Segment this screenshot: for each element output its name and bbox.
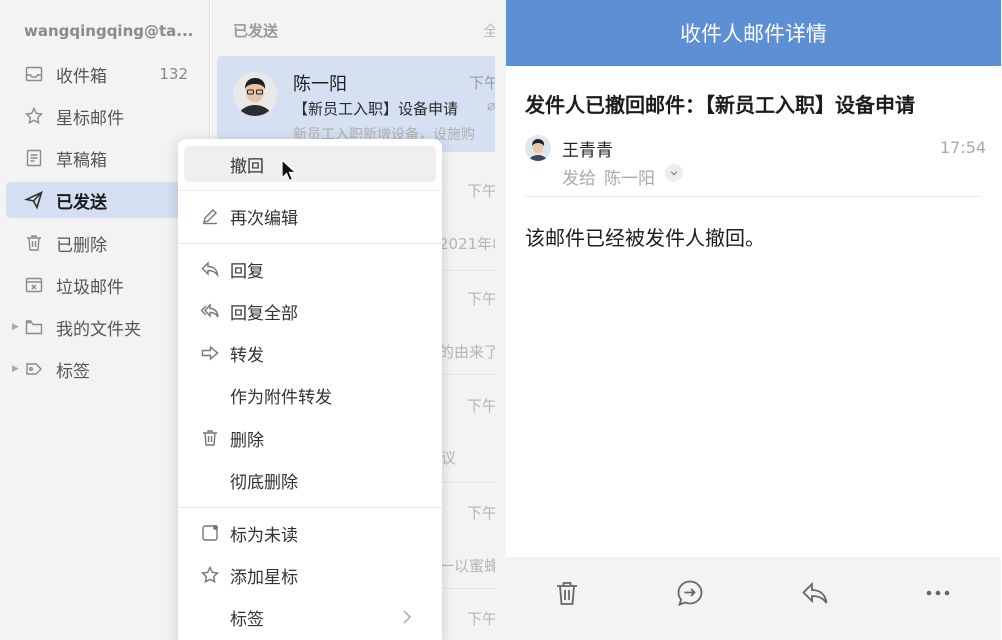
mail-subject: 【新员工入职】设备申请 (293, 100, 459, 118)
menu-item-label: 转发 (230, 345, 264, 366)
detail-divider (525, 196, 981, 197)
inbox-icon (24, 64, 44, 84)
menu-item-forward-as-attachment[interactable]: 作为附件转发 (184, 377, 436, 413)
menu-item-label: 作为附件转发 (230, 387, 332, 408)
menu-item-forward[interactable]: 转发 (184, 335, 436, 371)
attachment-icon: ⌀ (487, 98, 495, 114)
menu-divider (178, 243, 442, 244)
send-icon (24, 190, 44, 210)
mail-sender: 陈一阳 (293, 74, 347, 95)
reply-icon (200, 259, 220, 279)
sidebar-item-inbox[interactable]: 收件箱 132 (6, 56, 210, 92)
chat-forward-icon (675, 578, 705, 608)
detail-header-title: 收件人邮件详情 (680, 22, 827, 46)
sidebar-item-label: 已发送 (56, 192, 107, 213)
menu-item-re-edit[interactable]: 再次编辑 (184, 198, 436, 234)
more-button[interactable] (922, 577, 954, 609)
recipient-name[interactable]: 陈一阳 (604, 164, 655, 189)
mail-time: 下午 (467, 504, 495, 522)
expand-caret-icon[interactable]: ▶ (12, 322, 19, 332)
chevron-down-icon[interactable] (665, 164, 683, 182)
mail-date: 2021年8 (439, 235, 495, 253)
menu-item-label: 彻底删除 (230, 472, 298, 493)
sidebar-item-label: 我的文件夹 (56, 319, 141, 340)
forward-icon (200, 343, 220, 363)
edit-icon (200, 206, 220, 226)
menu-item-tags[interactable]: 标签 (184, 599, 436, 635)
detail-toolbar (506, 557, 1001, 640)
sidebar-item-label: 垃圾邮件 (56, 277, 124, 298)
list-filter-label[interactable]: 全 (483, 20, 495, 41)
mail-preview: 议 (441, 449, 457, 467)
mail-time: 下午 (467, 397, 495, 415)
folder-icon (24, 317, 44, 337)
delete-icon (552, 578, 582, 608)
mail-preview: 的由来了 (439, 343, 495, 361)
mail-preview: 一以蜜蜂 (439, 557, 495, 575)
list-item-selected[interactable]: 陈一阳 下午 【新员工入职】设备申请 ⌀ 新员工入职新增设备，设施购 (217, 56, 495, 152)
forward-chat-button[interactable] (674, 577, 706, 609)
menu-item-label: 回复全部 (230, 303, 298, 324)
mail-detail-panel: 收件人邮件详情 发件人已撤回邮件：【新员工入职】设备申请 王青青 17:54 发… (506, 0, 1001, 640)
mail-time: 下午 (467, 290, 495, 308)
detail-subject: 发件人已撤回邮件：【新员工入职】设备申请 (525, 93, 915, 117)
recipient-label: 发给 (562, 169, 596, 189)
list-title: 已发送 (233, 22, 279, 40)
sidebar-item-label: 标签 (56, 361, 90, 382)
trash-icon (200, 428, 220, 448)
detail-body: 该邮件已经被发件人撤回。 (525, 226, 765, 250)
reply-all-icon (200, 301, 220, 321)
menu-item-reply-all[interactable]: 回复全部 (184, 293, 436, 329)
trash-icon (24, 233, 44, 253)
expand-caret-icon[interactable]: ▶ (12, 364, 19, 374)
tag-icon (24, 359, 44, 379)
sidebar-item-label: 星标邮件 (56, 108, 124, 129)
menu-item-delete[interactable]: 删除 (184, 420, 436, 456)
sidebar-item-label: 草稿箱 (56, 150, 107, 171)
chevron-right-icon (398, 607, 416, 627)
spam-icon (24, 275, 44, 295)
mail-time: 下午 (469, 74, 495, 92)
menu-divider (178, 507, 442, 508)
mail-time: 下午 (467, 182, 495, 200)
draft-icon (24, 148, 44, 168)
mouse-cursor-icon (281, 158, 298, 182)
menu-item-label: 标为未读 (230, 525, 298, 546)
context-menu: 撤回 再次编辑 回复 回复全部 转发 作为附件转发 删除 彻底删除 标为未读 添… (178, 139, 442, 640)
reply-button[interactable] (799, 577, 831, 609)
sidebar-item-label: 收件箱 (56, 66, 107, 87)
menu-item-label: 添加星标 (230, 567, 298, 588)
menu-item-mark-unread[interactable]: 标为未读 (184, 515, 436, 551)
more-icon (923, 578, 953, 608)
panel-gap (495, 0, 506, 640)
menu-item-delete-permanently[interactable]: 彻底删除 (184, 462, 436, 498)
menu-item-add-star[interactable]: 添加星标 (184, 557, 436, 593)
detail-sender[interactable]: 王青青 (562, 136, 613, 161)
reply-icon (800, 578, 830, 608)
unread-count: 132 (159, 65, 188, 83)
mail-time: 下午 (467, 610, 495, 628)
detail-time: 17:54 (940, 138, 987, 157)
detail-header: 收件人邮件详情 (506, 0, 1001, 66)
menu-item-label: 标签 (230, 609, 264, 630)
avatar (233, 72, 277, 116)
delete-button[interactable] (551, 577, 583, 609)
menu-item-recall[interactable]: 撤回 (184, 146, 436, 182)
star-icon (200, 565, 220, 585)
sidebar-item-starred[interactable]: 星标邮件 (6, 98, 210, 134)
menu-item-label: 再次编辑 (230, 208, 298, 229)
unread-icon (200, 523, 220, 543)
menu-divider (178, 190, 442, 191)
star-icon (24, 106, 44, 126)
menu-item-reply[interactable]: 回复 (184, 251, 436, 287)
sidebar-item-label: 已删除 (56, 235, 107, 256)
menu-item-label: 删除 (230, 430, 264, 451)
avatar[interactable] (525, 135, 551, 161)
menu-item-label: 回复 (230, 261, 264, 282)
account-name[interactable]: wangqingqing@ta... (24, 22, 193, 40)
menu-item-label: 撤回 (230, 156, 264, 177)
